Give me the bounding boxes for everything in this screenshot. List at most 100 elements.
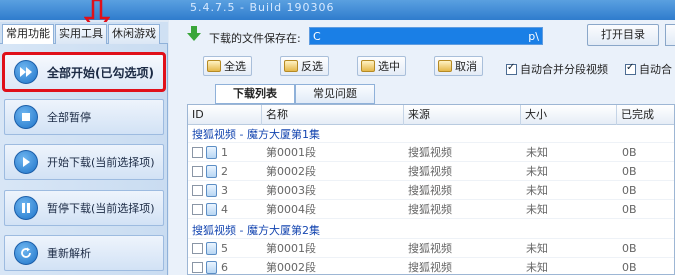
row-name: 第0001段	[266, 146, 316, 159]
start-all-button[interactable]: 全部开始(已勾选项)	[2, 52, 166, 92]
tab-faq[interactable]: 常见问题	[295, 84, 375, 104]
auto-merge-2-label: 自动合	[639, 63, 672, 76]
main-panel: 下载的文件保存在: C p\ 打开目录 全选 反选 选中 取消 自动合并分段视频	[169, 20, 675, 275]
row-source: 搜狐视频	[408, 146, 452, 159]
row-source: 搜狐视频	[408, 184, 452, 197]
row-done: 0B	[622, 242, 637, 255]
tab-common-functions[interactable]: 常用功能	[2, 24, 54, 45]
column-header-id[interactable]: ID	[188, 105, 262, 125]
cancel-icon	[438, 60, 452, 72]
pause-all-label: 全部暂停	[47, 111, 91, 124]
list-tabs: 下载列表 常见问题	[187, 84, 675, 104]
double-play-icon	[14, 60, 38, 84]
column-header-name[interactable]: 名称	[262, 105, 404, 125]
auto-merge-2-check-icon	[625, 62, 636, 75]
row-size: 未知	[526, 184, 548, 197]
table-row[interactable]: 1 第0001段 搜狐视频 未知 0B	[188, 143, 674, 162]
row-size: 未知	[526, 146, 548, 159]
table-row[interactable]: 6 第0002段 搜狐视频 未知 0B	[188, 258, 674, 274]
row-name: 第0003段	[266, 184, 316, 197]
file-icon	[206, 184, 217, 197]
row-source: 搜狐视频	[408, 165, 452, 178]
download-table: ID 名称 来源 大小 已完成 搜狐视频 - 魔方大厦第1集 1 第0001段 …	[187, 104, 675, 275]
table-row[interactable]: 2 第0002段 搜狐视频 未知 0B	[188, 162, 674, 181]
file-icon	[206, 165, 217, 178]
start-selected-button[interactable]: 开始下载(当前选择项)	[4, 144, 164, 180]
row-checkbox[interactable]	[192, 243, 203, 254]
stop-icon	[14, 105, 38, 129]
auto-merge-label: 自动合并分段视频	[520, 63, 608, 76]
row-id: 1	[221, 146, 228, 159]
row-source: 搜狐视频	[408, 242, 452, 255]
row-id: 2	[221, 165, 228, 178]
group-header[interactable]: 搜狐视频 - 魔方大厦第2集	[188, 222, 674, 239]
list-toolbar: 全选 反选 选中 取消 自动合并分段视频 自动合	[183, 54, 675, 78]
file-icon	[206, 146, 217, 159]
play-icon	[14, 150, 38, 174]
save-path-field[interactable]: C p\	[309, 27, 543, 45]
reparse-label: 重新解析	[47, 247, 91, 260]
row-id: 6	[221, 261, 228, 274]
row-checkbox[interactable]	[192, 166, 203, 177]
extra-toolbar-button[interactable]	[665, 24, 675, 46]
row-checkbox[interactable]	[192, 204, 203, 215]
row-done: 0B	[622, 203, 637, 216]
row-checkbox[interactable]	[192, 185, 203, 196]
invert-selection-button[interactable]: 反选	[280, 56, 329, 76]
tab-download-list[interactable]: 下载列表	[215, 84, 295, 104]
row-checkbox[interactable]	[192, 147, 203, 158]
invert-label: 反选	[301, 60, 323, 73]
tab-games[interactable]: 休闲游戏	[108, 24, 160, 44]
row-name: 第0004段	[266, 203, 316, 216]
save-location-bar: 下载的文件保存在: C p\ 打开目录	[169, 20, 675, 52]
table-row[interactable]: 4 第0004段 搜狐视频 未知 0B	[188, 200, 674, 219]
table-row[interactable]: 5 第0001段 搜狐视频 未知 0B	[188, 239, 674, 258]
select-all-icon	[207, 60, 221, 72]
auto-merge-checkbox[interactable]: 自动合并分段视频	[506, 61, 608, 77]
file-icon	[206, 261, 217, 274]
column-header-size[interactable]: 大小	[521, 105, 617, 125]
row-name: 第0002段	[266, 261, 316, 274]
row-checkbox[interactable]	[192, 262, 203, 273]
table-header: ID 名称 来源 大小 已完成	[188, 105, 674, 125]
left-tab-bar: 常用功能 实用工具 休闲游戏	[0, 22, 168, 45]
table-row[interactable]: 3 第0003段 搜狐视频 未知 0B	[188, 181, 674, 200]
refresh-icon	[14, 241, 38, 265]
select-all-label: 全选	[224, 60, 246, 73]
select-all-button[interactable]: 全选	[203, 56, 252, 76]
row-id: 5	[221, 242, 228, 255]
column-header-source[interactable]: 来源	[404, 105, 521, 125]
reparse-button[interactable]: 重新解析	[4, 235, 164, 271]
auto-merge-checkbox-2[interactable]: 自动合	[625, 61, 672, 77]
save-path-end: p\	[528, 30, 539, 43]
start-all-label: 全部开始(已勾选项)	[47, 65, 154, 80]
select-icon	[361, 60, 375, 72]
column-header-done[interactable]: 已完成	[617, 105, 674, 125]
row-size: 未知	[526, 165, 548, 178]
open-folder-button[interactable]: 打开目录	[587, 24, 659, 46]
row-done: 0B	[622, 261, 637, 274]
row-source: 搜狐视频	[408, 261, 452, 274]
save-path-start: C	[313, 30, 321, 43]
select-button[interactable]: 选中	[357, 56, 406, 76]
row-name: 第0002段	[266, 165, 316, 178]
cancel-button[interactable]: 取消	[434, 56, 483, 76]
row-size: 未知	[526, 203, 548, 216]
group-header[interactable]: 搜狐视频 - 魔方大厦第1集	[188, 126, 674, 143]
row-size: 未知	[526, 242, 548, 255]
cancel-label: 取消	[455, 60, 477, 73]
tab-utilities[interactable]: 实用工具	[55, 24, 107, 44]
pause-all-button[interactable]: 全部暂停	[4, 99, 164, 135]
pause-icon	[14, 196, 38, 220]
row-id: 4	[221, 203, 228, 216]
invert-icon	[284, 60, 298, 72]
file-icon	[206, 242, 217, 255]
save-path-label: 下载的文件保存在:	[209, 32, 301, 45]
select-label: 选中	[378, 60, 400, 73]
pause-selected-button[interactable]: 暂停下载(当前选择项)	[4, 190, 164, 226]
pause-selected-label: 暂停下载(当前选择项)	[47, 202, 155, 215]
left-panel: 全部开始(已勾选项) 全部暂停 开始下载(当前选择项) 暂停下载(当前选择项) …	[0, 44, 168, 275]
auto-merge-check-icon	[506, 62, 517, 75]
row-id: 3	[221, 184, 228, 197]
row-size: 未知	[526, 261, 548, 274]
